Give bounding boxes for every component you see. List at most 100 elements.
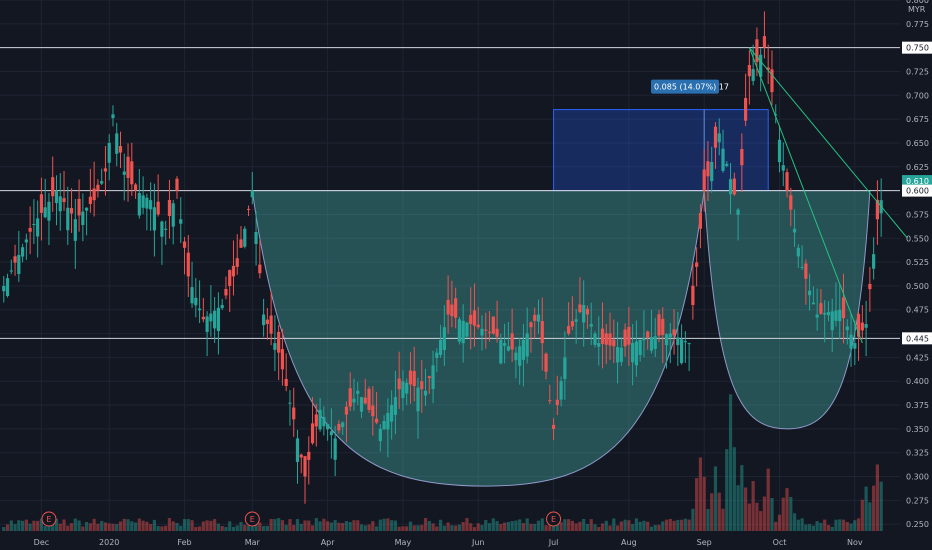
volume-bar bbox=[133, 522, 138, 531]
candle-body bbox=[284, 378, 288, 386]
volume-bar bbox=[838, 519, 842, 531]
candle-body bbox=[250, 190, 254, 198]
volume-bar bbox=[156, 526, 160, 531]
y-tick-label: 0.250 bbox=[906, 520, 929, 529]
candle-body bbox=[265, 319, 269, 325]
volume-bar bbox=[503, 522, 507, 531]
candle-body bbox=[751, 69, 755, 81]
volume-bar bbox=[201, 521, 205, 531]
volume-bar bbox=[826, 524, 831, 531]
y-tick-label: 0.500 bbox=[906, 282, 929, 291]
volume-bar bbox=[834, 519, 838, 531]
volume-bar bbox=[273, 519, 277, 531]
candle-body bbox=[487, 331, 492, 333]
candle-body bbox=[796, 247, 800, 257]
volume-bar bbox=[318, 521, 322, 531]
candle-body bbox=[570, 321, 574, 327]
volume-bar bbox=[487, 523, 492, 531]
volume-bar bbox=[344, 521, 349, 531]
candle-body bbox=[352, 398, 356, 403]
volume-bar bbox=[32, 520, 36, 531]
volume-bar bbox=[126, 519, 130, 531]
volume-bar bbox=[476, 523, 480, 531]
volume-bar bbox=[770, 497, 774, 531]
x-tick-label: 2020 bbox=[99, 538, 119, 547]
volume-bar bbox=[322, 518, 326, 531]
volume-bar bbox=[627, 520, 631, 531]
volume-bar bbox=[808, 524, 812, 531]
candle-body bbox=[642, 338, 646, 341]
x-tick-label: Aug bbox=[621, 538, 637, 547]
volume-bar bbox=[672, 520, 676, 531]
candle-body bbox=[785, 172, 789, 191]
candle-body bbox=[574, 319, 578, 322]
volume-bar bbox=[115, 524, 119, 531]
candle-body bbox=[608, 333, 612, 346]
volume-bar bbox=[265, 525, 269, 531]
y-tick-label: 0.725 bbox=[906, 67, 929, 76]
candle-body bbox=[329, 431, 333, 436]
volume-bar bbox=[363, 525, 367, 531]
candle-body bbox=[149, 200, 153, 210]
y-tick-label: 0.525 bbox=[906, 258, 929, 267]
price-range-measure[interactable] bbox=[553, 109, 769, 192]
volume-bar bbox=[329, 522, 333, 531]
stock-chart[interactable]: E E E 0.250 0.275 0.300 0.325 0.350 0.375 0.400 0… bbox=[0, 0, 932, 550]
volume-bar bbox=[107, 523, 111, 531]
x-tick-label: Apr bbox=[321, 538, 336, 547]
y-tick-label: 0.625 bbox=[906, 163, 929, 172]
candle-body bbox=[405, 382, 409, 394]
volume-bar bbox=[499, 523, 503, 531]
candle-body bbox=[668, 333, 672, 338]
candle-body bbox=[465, 322, 469, 337]
candle-body bbox=[69, 208, 74, 214]
candle-body bbox=[359, 397, 364, 412]
candle-body bbox=[762, 36, 767, 48]
volume-bar bbox=[118, 521, 123, 531]
volume-bar bbox=[529, 523, 533, 531]
volume-bar bbox=[728, 394, 733, 531]
volume-bar bbox=[646, 521, 650, 531]
volume-bar bbox=[612, 518, 616, 531]
candle-body bbox=[39, 194, 44, 213]
candle-body bbox=[800, 266, 804, 268]
volume-bar bbox=[85, 521, 89, 531]
volume-bar bbox=[442, 525, 446, 531]
volume-bar bbox=[875, 464, 880, 531]
candle-body bbox=[710, 162, 714, 182]
volume-bar bbox=[216, 523, 221, 531]
candle-body bbox=[273, 343, 277, 350]
candle-body bbox=[698, 213, 703, 229]
candle-body bbox=[728, 179, 733, 195]
candle-body bbox=[246, 208, 251, 210]
volume-bar bbox=[386, 518, 390, 531]
x-tick-label: Feb bbox=[177, 538, 191, 547]
volume-bar bbox=[683, 518, 687, 531]
volume-bar bbox=[710, 493, 714, 531]
x-tick-label: Nov bbox=[847, 538, 863, 547]
candle-body bbox=[420, 381, 424, 390]
candle-body bbox=[243, 228, 247, 247]
volume-bar bbox=[359, 524, 364, 531]
candle-body bbox=[864, 324, 868, 328]
candle-body bbox=[819, 303, 823, 314]
candle-body bbox=[661, 318, 665, 335]
volume-bar bbox=[634, 518, 639, 531]
candle-body bbox=[860, 322, 864, 331]
candle-body bbox=[657, 314, 661, 336]
x-tick-label: Mar bbox=[245, 538, 261, 547]
volume-bar bbox=[649, 526, 654, 531]
candle-body bbox=[518, 346, 522, 366]
volume-bar bbox=[582, 518, 586, 531]
volume-bar bbox=[661, 521, 665, 531]
candle-body bbox=[593, 333, 597, 345]
volume-bar bbox=[20, 520, 25, 531]
volume-bar bbox=[352, 520, 356, 531]
volume-bar bbox=[864, 486, 868, 531]
candle-body bbox=[736, 209, 740, 215]
volume-bar bbox=[77, 520, 81, 531]
volume-bar bbox=[310, 525, 315, 531]
candle-body bbox=[81, 211, 85, 226]
candle-body bbox=[182, 241, 187, 248]
candle-body bbox=[156, 201, 160, 215]
